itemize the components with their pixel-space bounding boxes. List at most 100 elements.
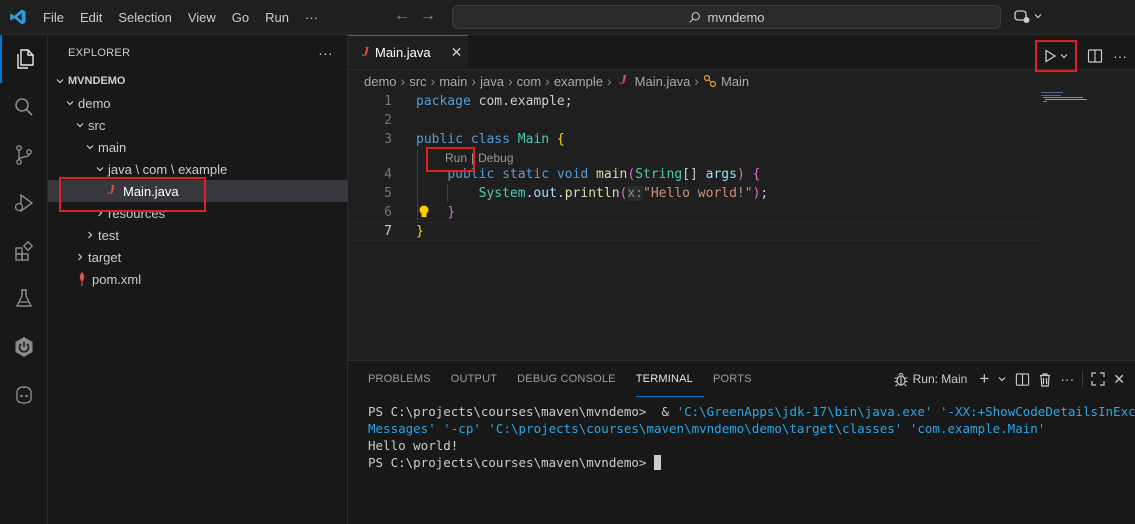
tree-item-pom-xml[interactable]: pom.xml — [48, 268, 348, 290]
terminal-prompt: PS C:\projects\courses\maven\mvndemo> — [368, 455, 654, 470]
breadcrumb-item[interactable]: example — [554, 74, 603, 89]
tree-item-target[interactable]: target — [48, 246, 348, 268]
tree-root-mvndemo[interactable]: MVNDEMO — [48, 70, 348, 92]
new-terminal-button[interactable]: + — [979, 369, 989, 389]
menu-file[interactable]: File — [35, 0, 72, 35]
run-debug-icon[interactable] — [0, 179, 48, 227]
breadcrumb-item[interactable]: Main.java — [635, 74, 691, 89]
spring-boot-icon[interactable] — [0, 323, 48, 371]
split-editor-icon[interactable] — [1087, 48, 1103, 64]
chevron-right-icon: › — [430, 73, 436, 89]
tree-label: target — [88, 249, 122, 265]
chevron-down-icon — [72, 120, 88, 130]
tree-label: demo — [78, 95, 111, 111]
line-number: 5 — [384, 186, 392, 201]
breadcrumb-item[interactable]: java — [480, 74, 504, 89]
chevron-down-icon — [92, 164, 108, 174]
tab-ports[interactable]: PORTS — [713, 361, 763, 397]
tab-main-java[interactable]: J Main.java ✕ — [348, 35, 468, 69]
explorer-more-button[interactable]: ··· — [318, 45, 333, 61]
line-number: 1 — [384, 94, 392, 109]
chevron-right-icon: › — [606, 73, 612, 89]
minimap[interactable] — [1041, 92, 1091, 112]
highlight-box-codelens-run — [426, 147, 475, 172]
nav-arrows: ← → — [394, 7, 436, 25]
search-label: mvndemo — [707, 9, 765, 25]
explorer-icon[interactable] — [0, 35, 48, 83]
editor-area: J Main.java ✕ ··· demo › src › main › ja… — [348, 35, 1135, 360]
tree-label: java \ com \ example — [108, 161, 228, 177]
maximize-panel-icon[interactable] — [1091, 372, 1105, 386]
tab-label: Main.java — [375, 45, 431, 60]
tree-label: test — [98, 227, 119, 243]
play-icon — [1045, 49, 1057, 63]
terminal-prompt: PS C:\projects\courses\maven\mvndemo> & — [368, 404, 677, 419]
chevron-right-icon: › — [545, 73, 550, 89]
terminal-command: 'C:\GreenApps\jdk-17\bin\java.exe' '-XX:… — [676, 404, 1135, 419]
menu-view[interactable]: View — [180, 0, 224, 35]
editor-tabs: J Main.java ✕ — [348, 35, 1135, 70]
back-arrow-icon[interactable]: ← — [394, 7, 410, 25]
tree-label: pom.xml — [92, 271, 142, 287]
editor-actions: ··· — [1035, 40, 1127, 72]
menu-more[interactable]: ··· — [297, 0, 326, 35]
tree-item-src[interactable]: src — [48, 114, 348, 136]
line-number: 6 — [384, 205, 392, 220]
source-control-icon[interactable] — [0, 131, 48, 179]
menu-edit[interactable]: Edit — [72, 0, 110, 35]
split-terminal-icon[interactable] — [1015, 372, 1030, 387]
tree-root-label: MVNDEMO — [68, 75, 126, 87]
explorer-sidebar: EXPLORER ··· MVNDEMO demo src main java … — [48, 35, 348, 524]
close-icon[interactable]: ✕ — [451, 44, 463, 61]
chevron-down-icon[interactable] — [997, 374, 1007, 384]
editor-more-button[interactable]: ··· — [1113, 48, 1127, 64]
indent-guide — [417, 149, 418, 222]
terminal-instance-selector[interactable]: Run: Main — [893, 371, 967, 387]
forward-arrow-icon[interactable]: → — [420, 7, 436, 25]
highlight-box-main-java — [59, 177, 206, 212]
copilot-menu[interactable] — [1013, 8, 1043, 24]
command-center-search[interactable]: mvndemo — [452, 5, 1001, 29]
chevron-right-icon: › — [694, 73, 699, 89]
panel-more-button[interactable]: ··· — [1060, 371, 1074, 387]
indent-guide — [447, 184, 448, 203]
breadcrumb-item[interactable]: src — [409, 74, 426, 89]
menu-go[interactable]: Go — [224, 0, 257, 35]
tree-item-demo[interactable]: demo — [48, 92, 348, 114]
breadcrumb-item[interactable]: Main — [721, 74, 749, 89]
breadcrumb-item[interactable]: com — [517, 74, 542, 89]
copilot-icon — [1014, 10, 1030, 23]
code-editor[interactable]: 1 package com.example; 2 3 public class … — [348, 92, 1135, 360]
tab-debug-console[interactable]: DEBUG CONSOLE — [517, 361, 627, 397]
chevron-right-icon: › — [507, 73, 513, 89]
close-panel-icon[interactable]: ✕ — [1113, 371, 1125, 388]
line-number: 3 — [384, 132, 392, 147]
breadcrumb-item[interactable]: demo — [364, 74, 397, 89]
chevron-right-icon — [72, 252, 88, 262]
bottom-panel: PROBLEMS OUTPUT DEBUG CONSOLE TERMINAL P… — [348, 360, 1135, 524]
class-symbol-icon — [703, 74, 717, 88]
trash-icon[interactable] — [1038, 372, 1052, 387]
code-line: 1 package com.example; — [348, 92, 1038, 111]
line-number: 2 — [384, 113, 392, 128]
maven-file-icon — [74, 272, 90, 286]
terminal-command: Messages' '-cp' 'C:\projects\courses\mav… — [368, 421, 1046, 436]
codelens-debug[interactable]: Debug — [478, 151, 513, 165]
title-bar: File Edit Selection View Go Run ··· ← → … — [0, 0, 1135, 35]
menu-run[interactable]: Run — [257, 0, 297, 35]
search-view-icon[interactable] — [0, 83, 48, 131]
chevron-right-icon: › — [400, 73, 406, 89]
extensions-icon[interactable] — [0, 227, 48, 275]
run-java-button[interactable] — [1035, 40, 1077, 72]
terminal-output[interactable]: PS C:\projects\courses\maven\mvndemo> & … — [368, 403, 1135, 471]
tab-problems[interactable]: PROBLEMS — [368, 361, 442, 397]
copilot-chat-icon[interactable] — [0, 371, 48, 419]
tree-item-test[interactable]: test — [48, 224, 348, 246]
menu-selection[interactable]: Selection — [110, 0, 179, 35]
tab-output[interactable]: OUTPUT — [451, 361, 508, 397]
tree-item-main[interactable]: main — [48, 136, 348, 158]
tab-terminal[interactable]: TERMINAL — [635, 361, 704, 397]
testing-icon[interactable] — [0, 275, 48, 323]
breadcrumb-item[interactable]: main — [439, 74, 467, 89]
chevron-down-icon — [1034, 14, 1042, 19]
